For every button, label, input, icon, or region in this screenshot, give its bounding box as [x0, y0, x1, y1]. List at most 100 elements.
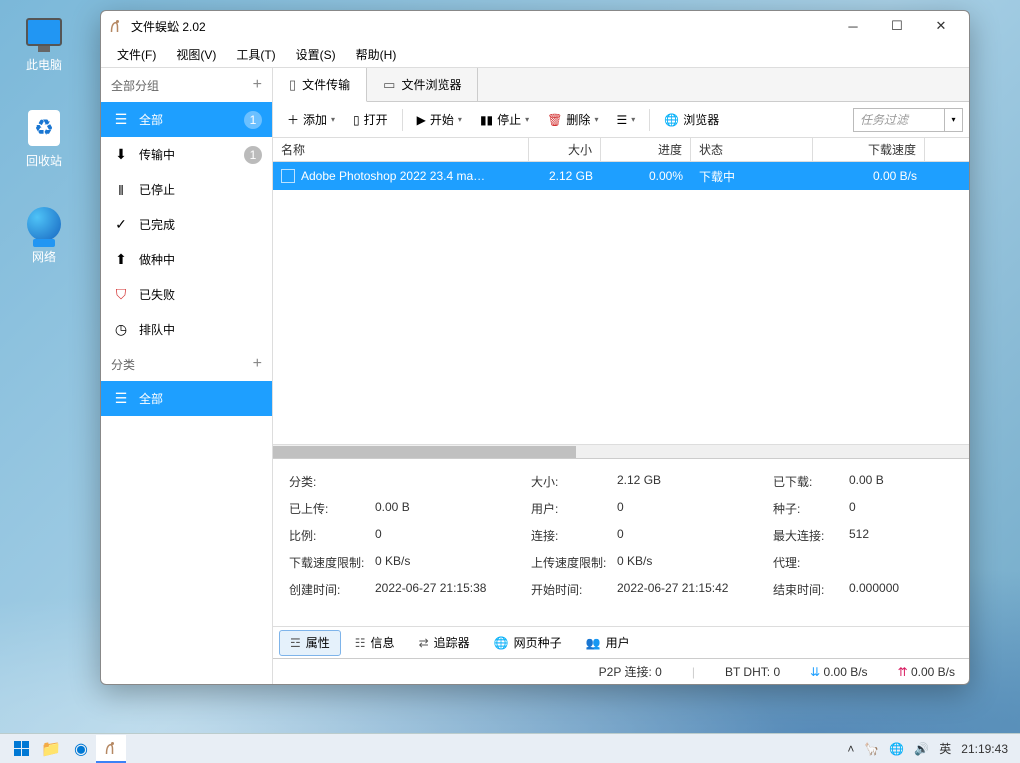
desktop-icon-network[interactable]: 网络 — [14, 204, 74, 265]
task-name: Adobe Photoshop 2022 23.4 ma… — [301, 169, 485, 183]
sidebar: 全部分组 + ☰ 全部 1 ⬇ 传输中 1 ‖ 已停止 ✓ 已完成 — [101, 68, 273, 684]
filter-input[interactable] — [854, 109, 944, 131]
down-arrow-icon: ⇊ — [810, 665, 820, 679]
play-icon: ▶ — [417, 113, 426, 127]
tray-app-icon[interactable]: 🦙 — [864, 742, 879, 756]
shield-icon: ⛉ — [113, 286, 129, 303]
detail-tab-webseed[interactable]: 🌐网页种子 — [484, 630, 572, 656]
sidebar-item-transferring[interactable]: ⬇ 传输中 1 — [101, 137, 272, 172]
window-title: 文件蜈蚣 2.02 — [131, 18, 831, 35]
open-button[interactable]: ▯打开 — [345, 106, 396, 134]
tray-ime[interactable]: 英 — [939, 740, 951, 757]
column-status[interactable]: 状态 — [691, 138, 813, 161]
tray-clock[interactable]: 21:19:43 — [961, 742, 1008, 756]
sidebar-item-seeding[interactable]: ⬆ 做种中 — [101, 242, 272, 277]
column-progress[interactable]: 进度 — [601, 138, 691, 161]
start-button[interactable] — [6, 735, 36, 763]
stop-button[interactable]: ▮▮停止▾ — [472, 106, 537, 134]
add-button[interactable]: ＋添加▾ — [279, 106, 343, 134]
detail-tab-props[interactable]: ☲属性 — [279, 630, 341, 656]
pause-icon: ‖ — [113, 182, 129, 198]
up-arrow-icon: ⇈ — [898, 665, 908, 679]
tray-volume-icon[interactable]: 🔊 — [914, 742, 929, 756]
signal-icon: ⇄ — [419, 636, 429, 650]
sidebar-item-completed[interactable]: ✓ 已完成 — [101, 207, 272, 242]
details-panel: 分类: 大小:2.12 GB 已下载:0.00 B 已上传:0.00 B 用户:… — [273, 458, 969, 658]
close-button[interactable]: ✕ — [919, 12, 963, 40]
document-icon: ▯ — [353, 113, 360, 127]
delete-button[interactable]: 🗑删除▾ — [539, 106, 606, 134]
toolbar: ＋添加▾ ▯打开 ▶开始▾ ▮▮停止▾ 🗑删除▾ ☰▾ 🌐浏览器 ▾ — [273, 102, 969, 138]
folder-icon: ▭ — [383, 77, 395, 93]
globe-icon: 🌐 — [664, 113, 679, 127]
task-size: 2.12 GB — [529, 169, 601, 183]
system-tray: ˄ 🦙 🌐 🔊 英 21:19:43 — [847, 740, 1014, 757]
filter-dropdown[interactable]: ▾ — [944, 109, 962, 131]
plus-icon: ＋ — [287, 111, 299, 128]
menubar: 文件(F) 视图(V) 工具(T) 设置(S) 帮助(H) — [101, 41, 969, 67]
app-window: 文件蜈蚣 2.02 ─ ☐ ✕ 文件(F) 视图(V) 工具(T) 设置(S) … — [100, 10, 970, 685]
info-icon: ☷ — [355, 636, 366, 650]
task-list: Adobe Photoshop 2022 23.4 ma… 2.12 GB 0.… — [273, 162, 969, 444]
desktop-icon-label: 此电脑 — [14, 56, 74, 73]
sidebar-item-stopped[interactable]: ‖ 已停止 — [101, 172, 272, 207]
maximize-button[interactable]: ☐ — [875, 12, 919, 40]
filter-box: ▾ — [853, 108, 963, 132]
taskbar-edge[interactable]: ◉ — [66, 735, 96, 763]
statusbar: P2P 连接: 0 | BT DHT: 0 ⇊ 0.00 B/s ⇈ 0.00 … — [273, 658, 969, 684]
check-icon: ✓ — [113, 216, 129, 233]
sidebar-item-failed[interactable]: ⛉ 已失败 — [101, 277, 272, 312]
desktop-icon-computer[interactable]: 此电脑 — [14, 12, 74, 73]
menu-view[interactable]: 视图(V) — [168, 43, 224, 66]
menu-help[interactable]: 帮助(H) — [348, 43, 405, 66]
horizontal-scrollbar[interactable] — [273, 444, 969, 458]
more-button[interactable]: ☰▾ — [608, 106, 643, 134]
sidebar-group-header: 全部分组 + — [101, 68, 272, 102]
browser-button[interactable]: 🌐浏览器 — [656, 106, 727, 134]
desktop-icon-recycle[interactable]: ♻ 回收站 — [14, 108, 74, 169]
users-icon: 👥 — [586, 636, 601, 650]
column-size[interactable]: 大小 — [529, 138, 601, 161]
sidebar-item-queued[interactable]: ◷ 排队中 — [101, 312, 272, 347]
tab-transfer[interactable]: ▯ 文件传输 — [273, 68, 367, 102]
minimize-button[interactable]: ─ — [831, 12, 875, 40]
titlebar[interactable]: 文件蜈蚣 2.02 ─ ☐ ✕ — [101, 11, 969, 41]
tab-browser[interactable]: ▭ 文件浏览器 — [367, 68, 478, 101]
sidebar-item-all[interactable]: ☰ 全部 1 — [101, 102, 272, 137]
column-speed[interactable]: 下载速度 — [813, 138, 925, 161]
main-tabs: ▯ 文件传输 ▭ 文件浏览器 — [273, 68, 969, 102]
hamburger-icon: ☰ — [113, 111, 129, 128]
app-icon — [107, 17, 125, 35]
detail-tab-info[interactable]: ☷信息 — [345, 630, 405, 656]
task-status: 下载中 — [691, 168, 813, 185]
hamburger-icon: ☰ — [616, 113, 627, 127]
trash-icon: 🗑 — [547, 113, 562, 127]
count-badge: 1 — [244, 146, 262, 164]
details-tabs: ☲属性 ☷信息 ⇄追踪器 🌐网页种子 👥用户 — [273, 626, 969, 658]
menu-file[interactable]: 文件(F) — [109, 43, 164, 66]
add-group-button[interactable]: + — [253, 76, 262, 94]
task-progress: 0.00% — [601, 169, 691, 183]
column-name[interactable]: 名称 — [273, 138, 529, 161]
sidebar-category-all[interactable]: ☰ 全部 — [101, 381, 272, 416]
menu-tools[interactable]: 工具(T) — [228, 43, 283, 66]
taskbar-explorer[interactable]: 📁 — [36, 735, 66, 763]
download-icon: ⬇ — [113, 146, 129, 163]
count-badge: 1 — [244, 111, 262, 129]
tray-chevron-icon[interactable]: ˄ — [847, 742, 854, 756]
menu-settings[interactable]: 设置(S) — [288, 43, 344, 66]
globe-icon: 🌐 — [494, 636, 509, 650]
add-category-button[interactable]: + — [253, 355, 262, 373]
detail-tab-users[interactable]: 👥用户 — [576, 630, 640, 656]
desktop-icon-label: 网络 — [14, 248, 74, 265]
tray-network-icon[interactable]: 🌐 — [889, 742, 904, 756]
list-header: 名称 大小 进度 状态 下载速度 — [273, 138, 969, 162]
gauge-icon: ◷ — [113, 321, 129, 338]
sidebar-category-header: 分类 + — [101, 347, 272, 381]
hamburger-icon: ☰ — [113, 390, 129, 407]
taskbar-app[interactable] — [96, 735, 126, 763]
start-button[interactable]: ▶开始▾ — [409, 106, 470, 134]
table-row[interactable]: Adobe Photoshop 2022 23.4 ma… 2.12 GB 0.… — [273, 162, 969, 190]
taskbar: 📁 ◉ ˄ 🦙 🌐 🔊 英 21:19:43 — [0, 733, 1020, 763]
detail-tab-tracker[interactable]: ⇄追踪器 — [409, 630, 480, 656]
